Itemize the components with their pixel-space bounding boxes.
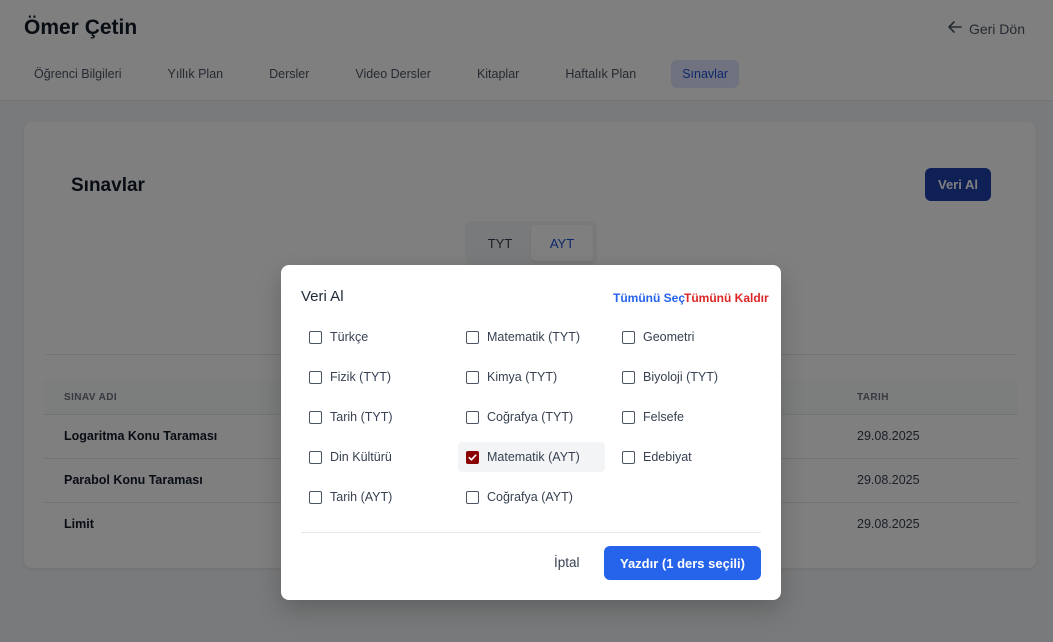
option-kimya-tyt[interactable]: Kimya (TYT)	[458, 362, 605, 392]
cancel-button[interactable]: İptal	[554, 555, 580, 570]
option-edebiyat[interactable]: Edebiyat	[614, 442, 761, 472]
option-label: Geometri	[643, 330, 695, 344]
checkbox[interactable]	[622, 450, 635, 464]
fetch-data-dialog: Veri Al Tümünü Seç Tümünü Kaldır Türkçe …	[281, 265, 781, 600]
option-geometri[interactable]: Geometri	[614, 322, 761, 352]
checkbox[interactable]	[309, 410, 322, 424]
option-fizik-tyt[interactable]: Fizik (TYT)	[301, 362, 448, 392]
option-turkce[interactable]: Türkçe	[301, 322, 448, 352]
option-label: Türkçe	[330, 330, 369, 344]
dialog-divider	[301, 532, 761, 533]
checkbox[interactable]	[622, 410, 635, 424]
checkbox[interactable]	[466, 370, 479, 384]
option-label: Din Kültürü	[330, 450, 392, 464]
checkbox-checked[interactable]	[466, 450, 479, 464]
option-biyoloji-tyt[interactable]: Biyoloji (TYT)	[614, 362, 761, 392]
checkbox[interactable]	[622, 370, 635, 384]
option-din-kulturu[interactable]: Din Kültürü	[301, 442, 448, 472]
clear-all-link[interactable]: Tümünü Kaldır	[684, 291, 769, 305]
select-all-link[interactable]: Tümünü Seç	[613, 291, 685, 305]
checkbox[interactable]	[622, 330, 635, 344]
option-cografya-ayt[interactable]: Coğrafya (AYT)	[458, 482, 605, 512]
option-label: Tarih (AYT)	[330, 490, 393, 504]
checkbox[interactable]	[309, 370, 322, 384]
checkbox[interactable]	[466, 490, 479, 504]
checkbox[interactable]	[466, 330, 479, 344]
option-label: Felsefe	[643, 410, 684, 424]
option-label: Fizik (TYT)	[330, 370, 392, 384]
option-label: Edebiyat	[643, 450, 692, 464]
option-label: Coğrafya (TYT)	[487, 410, 574, 424]
option-label: Kimya (TYT)	[487, 370, 558, 384]
option-tarih-tyt[interactable]: Tarih (TYT)	[301, 402, 448, 432]
option-label: Matematik (AYT)	[487, 450, 580, 464]
checkbox[interactable]	[309, 450, 322, 464]
option-label: Biyoloji (TYT)	[643, 370, 719, 384]
checkbox[interactable]	[309, 330, 322, 344]
checkbox[interactable]	[309, 490, 322, 504]
check-icon	[468, 453, 477, 461]
option-label: Tarih (TYT)	[330, 410, 393, 424]
checkbox[interactable]	[466, 410, 479, 424]
option-cografya-tyt[interactable]: Coğrafya (TYT)	[458, 402, 605, 432]
print-button[interactable]: Yazdır (1 ders seçili)	[604, 546, 761, 580]
option-label: Matematik (TYT)	[487, 330, 581, 344]
option-matematik-tyt[interactable]: Matematik (TYT)	[458, 322, 605, 352]
dialog-title: Veri Al	[301, 288, 344, 305]
option-felsefe[interactable]: Felsefe	[614, 402, 761, 432]
option-tarih-ayt[interactable]: Tarih (AYT)	[301, 482, 448, 512]
option-label: Coğrafya (AYT)	[487, 490, 573, 504]
option-matematik-ayt[interactable]: Matematik (AYT)	[458, 442, 605, 472]
